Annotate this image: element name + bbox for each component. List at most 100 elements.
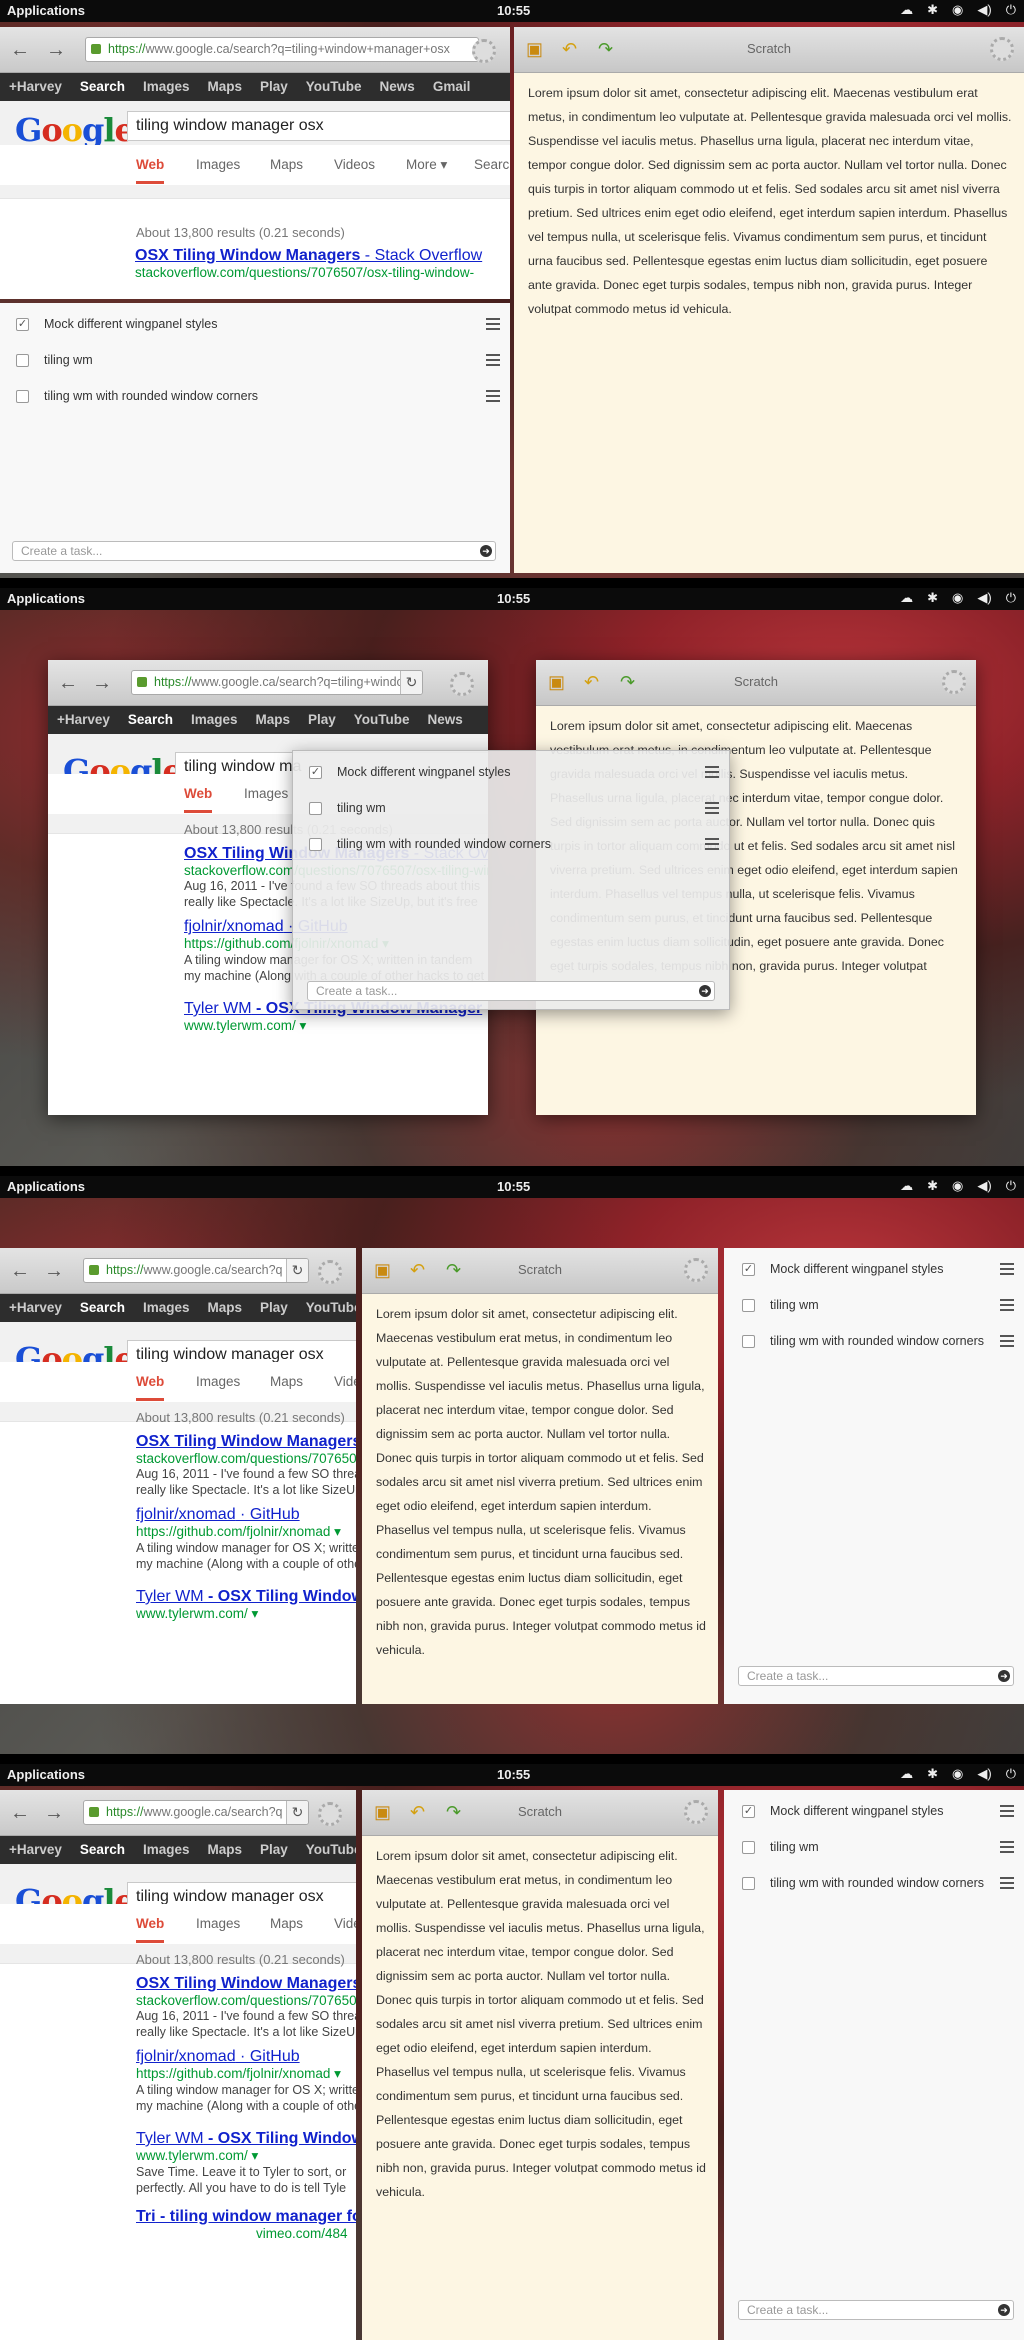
tab-images[interactable]: Images (196, 157, 240, 172)
tab-web[interactable]: Web (136, 1374, 165, 1401)
tab-maps[interactable]: Maps (270, 1916, 303, 1931)
task-item[interactable]: tiling wm with rounded window corners (16, 387, 500, 407)
gbar-item[interactable]: Play (299, 706, 345, 733)
wifi-icon[interactable]: ◉ (952, 2, 963, 18)
gbar-item[interactable]: Search (71, 1836, 134, 1863)
drag-handle-icon[interactable] (486, 351, 500, 369)
gear-icon[interactable] (318, 1260, 342, 1284)
tab-web[interactable]: Web (184, 786, 213, 813)
applications-menu[interactable]: Applications (7, 1179, 85, 1194)
reload-icon[interactable]: ↻ (286, 1801, 308, 1824)
task-checkbox[interactable] (16, 354, 29, 367)
task-checkbox[interactable] (742, 1841, 755, 1854)
tab-videos[interactable]: Videos (334, 1916, 356, 1931)
gbar-item[interactable]: Gmail (424, 73, 480, 100)
gbar-item[interactable]: News (371, 73, 424, 100)
gbar-item[interactable]: Search (71, 73, 134, 100)
power-icon[interactable]: ⏻ (1006, 2, 1016, 18)
gbar-item[interactable]: Play (251, 1836, 297, 1863)
tab-maps[interactable]: Maps (270, 157, 303, 172)
create-task-input[interactable]: Create a task... ➜ (307, 981, 715, 1001)
cloud-icon[interactable]: ☁ (900, 590, 913, 606)
submit-arrow-icon[interactable]: ➜ (998, 2304, 1010, 2316)
drag-handle-icon[interactable] (1000, 1874, 1014, 1892)
gbar-item[interactable]: YouTube (297, 1294, 356, 1321)
gbar-item[interactable]: Images (134, 73, 199, 100)
drag-handle-icon[interactable] (705, 835, 719, 853)
clock[interactable]: 10:55 (497, 1179, 530, 1194)
task-item[interactable]: ✓ Mock different wingpanel styles (309, 763, 719, 783)
drag-handle-icon[interactable] (1000, 1260, 1014, 1278)
task-item[interactable]: ✓ Mock different wingpanel styles (16, 315, 500, 335)
tab-videos[interactable]: Videos (334, 157, 375, 172)
task-checkbox[interactable] (309, 838, 322, 851)
search-input[interactable]: tiling window manager osx (127, 111, 510, 141)
applications-menu[interactable]: Applications (7, 591, 85, 606)
drag-handle-icon[interactable] (486, 315, 500, 333)
back-icon[interactable]: ← (9, 1802, 31, 1824)
task-checkbox[interactable]: ✓ (309, 766, 322, 779)
gbar-item[interactable]: Search (71, 1294, 134, 1321)
clock[interactable]: 10:55 (497, 3, 530, 18)
drag-handle-icon[interactable] (486, 387, 500, 405)
submit-arrow-icon[interactable]: ➜ (699, 985, 711, 997)
tab-images[interactable]: Images (196, 1374, 240, 1389)
task-checkbox[interactable] (309, 802, 322, 815)
task-item[interactable]: tiling wm with rounded window corners (309, 835, 719, 855)
tab-images[interactable]: Images (196, 1916, 240, 1931)
drag-handle-icon[interactable] (705, 799, 719, 817)
gbar-item[interactable]: +Harvey (0, 1836, 71, 1863)
tab-search[interactable]: Search (474, 157, 510, 172)
gear-icon[interactable] (450, 672, 474, 696)
create-task-input[interactable]: Create a task... ➜ (738, 1666, 1014, 1686)
gbar-item[interactable]: Maps (198, 1836, 251, 1863)
power-icon[interactable]: ⏻ (1006, 1766, 1016, 1782)
url-bar[interactable]: https://www.google.ca/search?q ↻ (83, 1258, 309, 1283)
clock[interactable]: 10:55 (497, 1767, 530, 1782)
gbar-item[interactable]: +Harvey (0, 73, 71, 100)
volume-icon[interactable]: ◀) (977, 1766, 991, 1782)
gear-icon[interactable] (942, 670, 966, 694)
gbar-item[interactable]: News (419, 706, 472, 733)
back-icon[interactable]: ← (9, 39, 31, 61)
cloud-icon[interactable]: ☁ (900, 1178, 913, 1194)
tab-images[interactable]: Images (244, 786, 288, 801)
tab-web[interactable]: Web (136, 157, 165, 184)
gear-icon[interactable] (472, 39, 496, 63)
gear-icon[interactable] (318, 1802, 342, 1826)
wifi-icon[interactable]: ◉ (952, 590, 963, 606)
bluetooth-icon[interactable]: ✱ (927, 590, 938, 606)
task-checkbox[interactable]: ✓ (742, 1263, 755, 1276)
gbar-item[interactable]: Images (182, 706, 247, 733)
tab-more[interactable]: More ▾ (406, 157, 447, 173)
cloud-icon[interactable]: ☁ (900, 2, 913, 18)
submit-arrow-icon[interactable]: ➜ (998, 1670, 1010, 1682)
applications-menu[interactable]: Applications (7, 1767, 85, 1782)
scratch-text[interactable]: Lorem ipsum dolor sit amet, consectetur … (376, 1844, 706, 2204)
task-item[interactable]: ✓ Mock different wingpanel styles (742, 1260, 1014, 1280)
wifi-icon[interactable]: ◉ (952, 1766, 963, 1782)
reload-icon[interactable]: ↻ (400, 671, 422, 694)
scratch-text[interactable]: Lorem ipsum dolor sit amet, consectetur … (528, 81, 1012, 321)
task-item[interactable]: tiling wm (309, 799, 719, 819)
task-checkbox[interactable] (742, 1335, 755, 1348)
url-bar[interactable]: https://www.google.ca/search?q ↻ (83, 1800, 309, 1825)
gbar-item[interactable]: Search (119, 706, 182, 733)
gbar-item[interactable]: Play (251, 1294, 297, 1321)
gbar-item[interactable]: +Harvey (48, 706, 119, 733)
drag-handle-icon[interactable] (1000, 1332, 1014, 1350)
back-icon[interactable]: ← (57, 672, 79, 694)
clock[interactable]: 10:55 (497, 591, 530, 606)
bluetooth-icon[interactable]: ✱ (927, 1178, 938, 1194)
task-item[interactable]: ✓ Mock different wingpanel styles (742, 1802, 1014, 1822)
create-task-input[interactable]: Create a task... ➜ (738, 2300, 1014, 2320)
url-bar[interactable]: https://www.google.ca/search?q=tiling+wi… (85, 37, 479, 62)
tab-videos[interactable]: Videos (334, 1374, 356, 1389)
forward-icon[interactable]: → (91, 672, 113, 694)
gear-icon[interactable] (684, 1800, 708, 1824)
forward-icon[interactable]: → (43, 1260, 65, 1282)
bluetooth-icon[interactable]: ✱ (927, 2, 938, 18)
bluetooth-icon[interactable]: ✱ (927, 1766, 938, 1782)
gbar-item[interactable]: Maps (198, 1294, 251, 1321)
drag-handle-icon[interactable] (1000, 1838, 1014, 1856)
